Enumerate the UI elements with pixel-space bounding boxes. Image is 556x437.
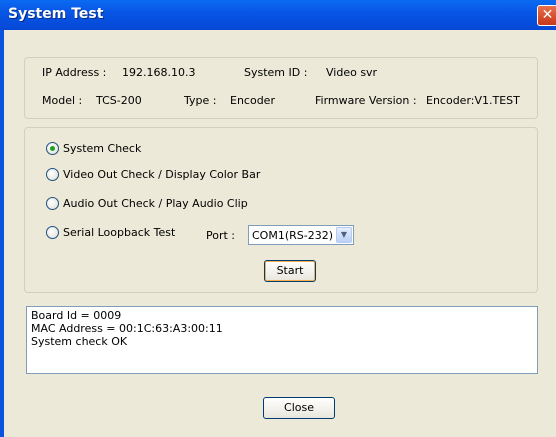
firmware-version-value: Encoder:V1.TEST — [426, 94, 520, 107]
log-line: MAC Address = 00:1C:63:A3:00:11 — [31, 322, 223, 335]
close-button[interactable]: Close — [263, 397, 335, 419]
ip-address-label: IP Address : — [42, 66, 107, 79]
close-icon[interactable]: ✕ — [537, 5, 556, 26]
port-select-value: COM1(RS-232) — [252, 229, 334, 242]
video-out-check-radio[interactable] — [46, 168, 59, 181]
log-line: System check OK — [31, 335, 128, 348]
port-select[interactable]: COM1(RS-232) ▼ — [248, 225, 354, 245]
system-check-radio[interactable] — [46, 142, 59, 155]
video-out-check-label[interactable]: Video Out Check / Display Color Bar — [63, 168, 260, 181]
serial-loopback-label[interactable]: Serial Loopback Test — [63, 226, 175, 239]
system-id-value: Video svr — [326, 66, 378, 79]
window-title: System Test — [8, 6, 104, 22]
model-value: TCS-200 — [96, 94, 142, 107]
audio-out-check-label[interactable]: Audio Out Check / Play Audio Clip — [63, 197, 248, 210]
chevron-down-icon[interactable]: ▼ — [336, 227, 352, 243]
start-button[interactable]: Start — [264, 260, 316, 282]
type-label: Type : — [184, 94, 217, 107]
log-line: Board Id = 0009 — [31, 309, 122, 322]
port-label: Port : — [206, 229, 236, 242]
ip-address-value: 192.168.10.3 — [122, 66, 196, 79]
audio-out-check-radio[interactable] — [46, 197, 59, 210]
type-value: Encoder — [230, 94, 275, 107]
system-check-label[interactable]: System Check — [63, 142, 141, 155]
result-log[interactable]: Board Id = 0009 MAC Address = 00:1C:63:A… — [26, 306, 538, 374]
serial-loopback-radio[interactable] — [46, 226, 59, 239]
title-bar[interactable]: System Test ✕ — [0, 0, 556, 30]
system-id-label: System ID : — [244, 66, 308, 79]
firmware-version-label: Firmware Version : — [315, 94, 417, 107]
model-label: Model : — [42, 94, 83, 107]
